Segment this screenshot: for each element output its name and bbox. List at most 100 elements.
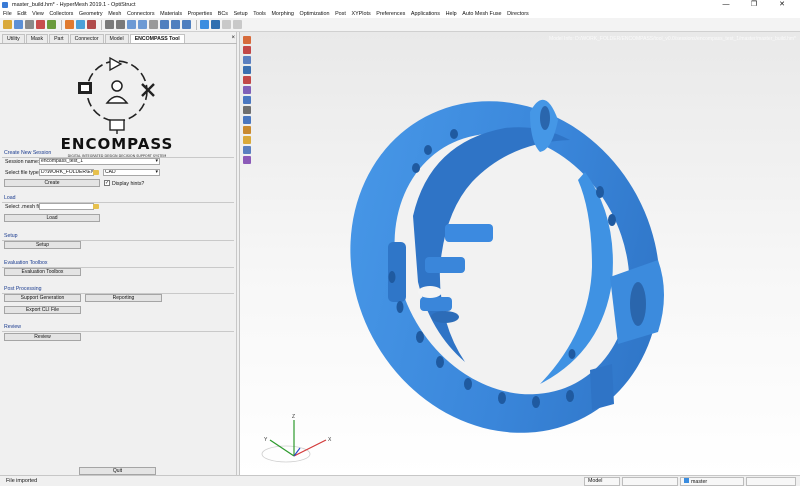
zoom-out-icon[interactable]: [116, 20, 125, 29]
review-button[interactable]: Review: [4, 333, 81, 341]
unmask-icon[interactable]: [243, 56, 251, 64]
panel-tabs: Utility Mask Part Connector Model ENCOMP…: [0, 34, 237, 44]
measure-icon[interactable]: [243, 116, 251, 124]
maximize-button[interactable]: ❐: [740, 0, 768, 9]
file-type-label: Select file type:: [5, 170, 41, 176]
review-title: Review: [4, 324, 22, 330]
window-controls: — ❐ ✕: [712, 0, 796, 9]
axis-triad: Z X Y: [261, 414, 332, 463]
menu-tools[interactable]: Tools: [253, 11, 266, 17]
load-title: Load: [4, 195, 16, 201]
session-name-input[interactable]: encompass_test_1 ▾: [39, 158, 160, 165]
menu-morphing[interactable]: Morphing: [271, 11, 293, 17]
close-button[interactable]: ✕: [768, 0, 796, 9]
shaded-icon[interactable]: [200, 20, 209, 29]
solid-view-icon[interactable]: [243, 66, 251, 74]
export-icon[interactable]: [47, 20, 56, 29]
menu-properties[interactable]: Properties: [188, 11, 213, 17]
tab-utility[interactable]: Utility: [2, 34, 25, 43]
menu-applications[interactable]: Applications: [411, 11, 440, 17]
menu-collectors[interactable]: Collectors: [49, 11, 73, 17]
tab-mask[interactable]: Mask: [25, 34, 49, 43]
save-icon[interactable]: [14, 20, 23, 29]
evaluation-toolbox-button[interactable]: Evaluation Toolbox: [4, 268, 81, 276]
view-front-icon[interactable]: [160, 20, 169, 29]
menu-bcs[interactable]: BCs: [218, 11, 228, 17]
rotate-icon[interactable]: [127, 20, 136, 29]
import-icon[interactable]: [36, 20, 45, 29]
menu-mesh[interactable]: Mesh: [108, 11, 121, 17]
menu-optimization[interactable]: Optimization: [300, 11, 330, 17]
load-button[interactable]: Load: [4, 214, 100, 222]
tab-encompass-tool[interactable]: ENCOMPASS Tool: [129, 34, 185, 43]
status-extra-cell: [746, 477, 796, 486]
status-component-cell[interactable]: master: [680, 477, 744, 486]
menu-materials[interactable]: Materials: [160, 11, 182, 17]
label-icon[interactable]: [243, 126, 251, 134]
redo-icon[interactable]: [233, 20, 242, 29]
isolate-icon[interactable]: [243, 86, 251, 94]
file-path-input[interactable]: D:\WORK_FOLDER\EN: [39, 169, 94, 176]
menu-setup[interactable]: Setup: [234, 11, 248, 17]
component-color-icon[interactable]: [243, 36, 251, 44]
reporting-button[interactable]: Reporting: [85, 294, 162, 302]
menu-bar: File Edit View Collectors Geometry Mesh …: [0, 9, 800, 18]
title-bar: master_build.hm* - HyperMesh 2019.1 - Op…: [0, 0, 800, 9]
chevron-down-icon: ▾: [155, 169, 158, 175]
menu-directors[interactable]: Directors: [507, 11, 529, 17]
axis-z-label: Z: [292, 414, 295, 420]
ring-part-model[interactable]: [240, 32, 800, 475]
tab-connector[interactable]: Connector: [69, 34, 104, 43]
minimize-button[interactable]: —: [712, 0, 740, 9]
vertical-toolbar: [240, 34, 254, 194]
abs-tag-icon[interactable]: [243, 136, 251, 144]
menu-geometry[interactable]: Geometry: [79, 11, 103, 17]
find-icon[interactable]: [243, 76, 251, 84]
menu-post[interactable]: Post: [335, 11, 346, 17]
clip-icon[interactable]: [243, 156, 251, 164]
create-button[interactable]: Create: [4, 179, 100, 187]
support-generation-button[interactable]: Support Generation: [4, 294, 81, 302]
save-as-icon[interactable]: [25, 20, 34, 29]
menu-connectors[interactable]: Connectors: [127, 11, 155, 17]
view-iso-icon[interactable]: [182, 20, 191, 29]
quit-button[interactable]: Quit: [79, 467, 156, 475]
tab-part[interactable]: Part: [49, 34, 69, 43]
mesh-file-input[interactable]: [39, 203, 94, 210]
browse-mesh-folder-icon[interactable]: [93, 204, 99, 209]
pan-icon[interactable]: [138, 20, 147, 29]
mask-tool-icon[interactable]: [243, 46, 251, 54]
close-tab-icon[interactable]: ×: [231, 35, 235, 41]
tab-model[interactable]: Model: [104, 34, 129, 43]
graphics-viewport[interactable]: Model Info: D:/WORK_FOLDER/ENCOMPASS/too…: [239, 32, 800, 475]
display-icon[interactable]: [76, 20, 85, 29]
menu-help[interactable]: Help: [446, 11, 457, 17]
setup-button[interactable]: Setup: [4, 241, 81, 249]
browse-folder-icon[interactable]: [93, 170, 99, 175]
undo-icon[interactable]: [222, 20, 231, 29]
component-icon[interactable]: [65, 20, 74, 29]
post-processing-title: Post Processing: [4, 286, 42, 292]
menu-xyplots[interactable]: XYPlots: [351, 11, 370, 17]
view-top-icon[interactable]: [171, 20, 180, 29]
menu-edit[interactable]: Edit: [17, 11, 26, 17]
menu-view[interactable]: View: [32, 11, 44, 17]
display-hints-checkbox[interactable]: ✓: [104, 180, 110, 186]
fit-icon[interactable]: [149, 20, 158, 29]
file-type-select[interactable]: CAD ▾: [103, 169, 160, 176]
main-toolbar: [0, 18, 800, 32]
open-folder-icon[interactable]: [3, 20, 12, 29]
wireframe-icon[interactable]: [211, 20, 220, 29]
zoom-in-icon[interactable]: [105, 20, 114, 29]
mask-icon[interactable]: [87, 20, 96, 29]
menu-preferences[interactable]: Preferences: [376, 11, 405, 17]
note-icon[interactable]: [243, 146, 251, 154]
menu-file[interactable]: File: [3, 11, 12, 17]
encompass-logo: ENCOMPASS DIGITAL INTEGRATED DESIGN DECI…: [61, 56, 172, 158]
chevron-down-icon: ▾: [155, 158, 158, 164]
status-component-value: master: [691, 479, 708, 485]
menu-auto-mesh-fuse[interactable]: Auto Mesh Fuse: [462, 11, 501, 17]
numbers-icon[interactable]: [243, 106, 251, 114]
export-cli-button[interactable]: Export CLI File: [4, 306, 81, 314]
section-cut-icon[interactable]: [243, 96, 251, 104]
